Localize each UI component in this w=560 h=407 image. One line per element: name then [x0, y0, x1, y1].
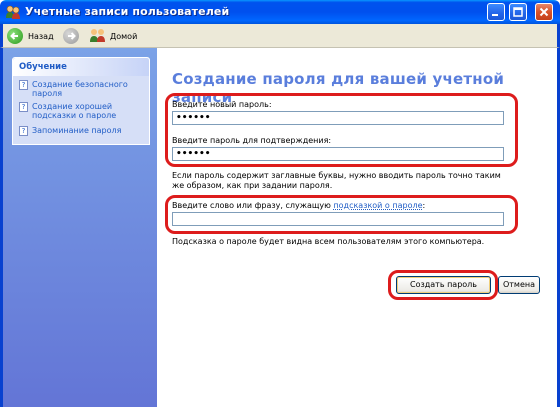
help-icon: ? — [19, 80, 28, 90]
hint-label-row: Введите слово или фразу, служащую подска… — [172, 201, 425, 210]
hint-label: Введите слово или фразу, служащую — [172, 201, 331, 210]
hint-colon: : — [422, 201, 426, 210]
window-title: Учетные записи пользователей — [25, 5, 230, 18]
maximize-icon — [513, 7, 523, 17]
learn-panel-title: Обучение — [13, 58, 149, 76]
cancel-button[interactable]: Отмена — [498, 276, 540, 294]
title-bar[interactable]: Учетные записи пользователей — [0, 0, 560, 24]
hint-field[interactable] — [172, 212, 504, 226]
sidebar-item-safe-password[interactable]: ? Создание безопасного пароля — [19, 80, 139, 98]
back-label: Назад — [28, 31, 54, 41]
back-arrow-icon — [7, 28, 23, 44]
home-users-icon — [89, 27, 107, 45]
help-icon: ? — [19, 102, 28, 112]
minimize-icon — [492, 14, 498, 16]
users-icon — [5, 4, 21, 20]
forward-arrow-icon — [63, 28, 79, 44]
confirm-password-field[interactable]: •••••• — [172, 147, 504, 161]
help-icon: ? — [19, 126, 28, 136]
close-button[interactable] — [535, 3, 553, 21]
sidebar-item-good-hint[interactable]: ? Создание хорошей подсказки о пароле — [19, 102, 139, 120]
home-label: Домой — [110, 31, 138, 41]
minimize-button[interactable] — [487, 3, 505, 21]
hint-help-link[interactable]: подсказкой о пароле — [333, 201, 422, 210]
toolbar: Назад Домой — [0, 24, 560, 48]
forward-button[interactable] — [63, 27, 79, 45]
home-button[interactable]: Домой — [89, 27, 137, 45]
create-password-button[interactable]: Создать пароль — [396, 276, 491, 294]
new-password-label: Введите новый пароль: — [172, 100, 272, 109]
hint-note: Подсказка о пароле будет видна всем поль… — [172, 237, 485, 246]
case-note: Если пароль содержит заглавные буквы, ну… — [172, 171, 501, 190]
sidebar-item-label: Создание безопасного пароля — [32, 80, 128, 98]
close-icon — [539, 7, 549, 17]
maximize-button[interactable] — [509, 3, 527, 21]
confirm-password-label: Введите пароль для подтверждения: — [172, 136, 332, 145]
new-password-field[interactable]: •••••• — [172, 111, 504, 125]
sidebar-item-remember-password[interactable]: ? Запоминание пароля — [19, 126, 144, 136]
learn-panel: Обучение ? Создание безопасного пароля ?… — [12, 57, 150, 145]
back-button[interactable]: Назад — [7, 27, 54, 45]
sidebar-item-label: Создание хорошей подсказки о пароле — [32, 102, 117, 120]
sidebar-item-label: Запоминание пароля — [32, 126, 122, 135]
